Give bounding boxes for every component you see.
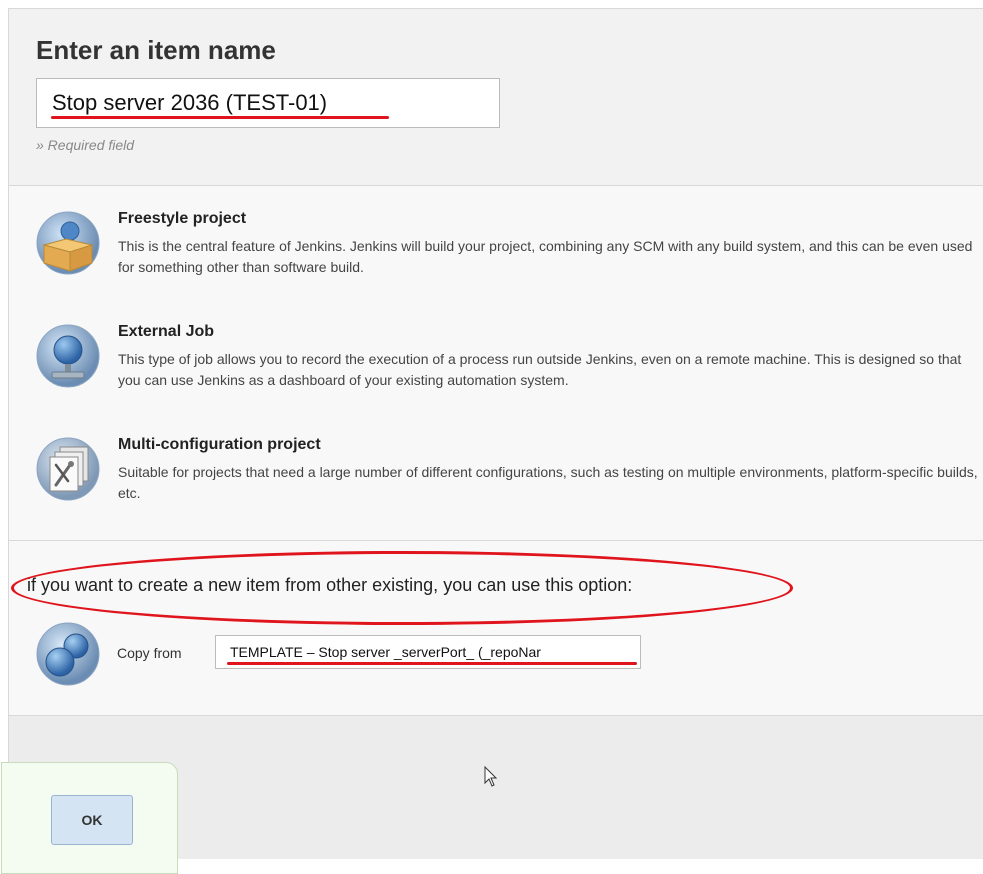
external-job-icon	[36, 324, 100, 388]
item-type-title: Freestyle project	[118, 210, 247, 227]
freestyle-project-icon	[36, 211, 100, 275]
item-type-title: Multi-configuration project	[118, 436, 321, 453]
copy-from-section: if you want to create a new item from ot…	[9, 541, 983, 716]
copy-item-icon	[36, 622, 100, 686]
item-name-input[interactable]: Stop server 2036 (TEST-01)	[36, 78, 500, 128]
name-underline-annotation	[51, 116, 389, 119]
copy-from-label: Copy from	[117, 645, 182, 661]
item-type-freestyle[interactable]: Freestyle project This is the central fe…	[36, 210, 976, 291]
item-type-title: External Job	[118, 323, 215, 340]
copy-underline-annotation	[227, 662, 637, 665]
ok-button-panel: OK	[1, 762, 178, 874]
item-name-section: Enter an item name Stop server 2036 (TES…	[9, 9, 983, 186]
multi-configuration-icon	[36, 437, 100, 501]
item-type-list: Freestyle project This is the central fe…	[9, 186, 983, 541]
ok-button[interactable]: OK	[51, 795, 133, 845]
item-type-description: Suitable for projects that need a large …	[118, 464, 978, 501]
required-field-hint: » Required field	[36, 137, 135, 153]
item-type-external-job[interactable]: External Job This type of job allows you…	[36, 323, 976, 404]
new-item-form: Enter an item name Stop server 2036 (TES…	[1, 8, 983, 874]
item-type-multi-configuration[interactable]: Multi-configuration project Suitable for…	[36, 436, 978, 517]
hint-ellipse-annotation	[11, 551, 793, 625]
form-footer: OK	[1, 716, 983, 874]
mouse-cursor-icon	[484, 766, 498, 787]
item-type-description: This type of job allows you to record th…	[118, 351, 962, 388]
page-title: Enter an item name	[36, 35, 276, 65]
item-type-description: This is the central feature of Jenkins. …	[118, 238, 973, 275]
